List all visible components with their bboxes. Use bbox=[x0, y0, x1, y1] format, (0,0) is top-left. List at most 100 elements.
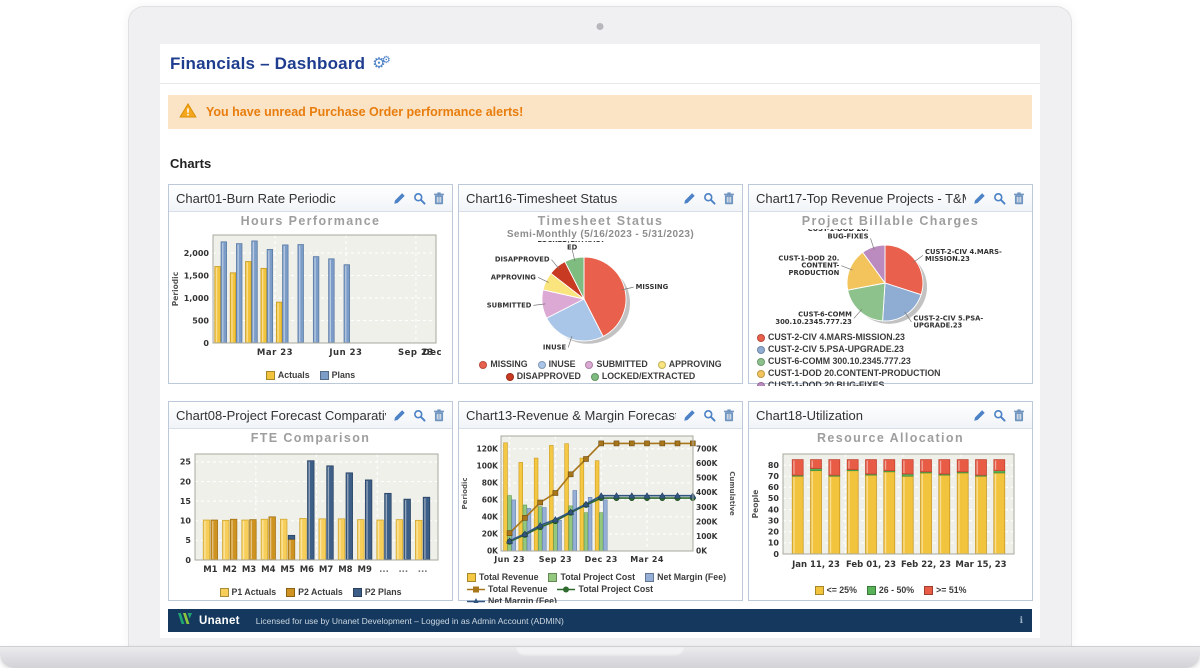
zoom-magnifier-icon[interactable] bbox=[413, 192, 426, 205]
legend-item: DISAPPROVED bbox=[506, 371, 581, 382]
legend-item: P2 Plans bbox=[353, 587, 402, 598]
svg-text:M6: M6 bbox=[300, 565, 314, 575]
chart-legend: CUST-2-CIV 5.PSA-UPGRADE.23 bbox=[749, 344, 1032, 355]
delete-trash-icon[interactable] bbox=[723, 192, 735, 205]
charts-grid: Chart01-Burn Rate Periodic Hours Perform… bbox=[160, 184, 1040, 601]
card-title: Chart01-Burn Rate Periodic bbox=[176, 191, 386, 206]
svg-text:40: 40 bbox=[768, 505, 780, 514]
legend-item: Actuals bbox=[266, 370, 310, 381]
svg-text:20: 20 bbox=[180, 477, 192, 486]
edit-pencil-icon[interactable] bbox=[973, 409, 986, 422]
svg-text:1,500: 1,500 bbox=[184, 271, 210, 280]
svg-text:40K: 40K bbox=[482, 513, 499, 522]
svg-text:25: 25 bbox=[180, 458, 192, 467]
svg-text:SUBMITTED: SUBMITTED bbox=[487, 301, 532, 309]
chart-area: Resource Allocation01020304050607080Jan … bbox=[749, 429, 1032, 603]
chart-legend: CUST-1-DOD 20.BUG-FIXES bbox=[749, 380, 1032, 386]
svg-text:100K: 100K bbox=[477, 461, 500, 470]
chart-title: Resource Allocation bbox=[749, 431, 1032, 446]
alert-banner[interactable]: You have unread Purchase Order performan… bbox=[168, 95, 1032, 129]
legend-item: >= 51% bbox=[924, 585, 966, 596]
svg-text:80K: 80K bbox=[482, 479, 499, 488]
svg-text:M9: M9 bbox=[358, 565, 372, 575]
zoom-magnifier-icon[interactable] bbox=[703, 192, 716, 205]
svg-text:MISSION.23: MISSION.23 bbox=[925, 255, 970, 263]
delete-trash-icon[interactable] bbox=[1013, 409, 1025, 422]
legend-item: Total Project Cost bbox=[548, 572, 635, 583]
card-header: Chart16-Timesheet Status bbox=[459, 185, 742, 212]
svg-text:70: 70 bbox=[768, 472, 780, 481]
svg-text:500: 500 bbox=[192, 316, 209, 325]
chart-card-chart01: Chart01-Burn Rate Periodic Hours Perform… bbox=[168, 184, 453, 384]
card-header: Chart17-Top Revenue Projects - T&M bbox=[749, 185, 1032, 212]
svg-text:5: 5 bbox=[185, 536, 191, 545]
edit-pencil-icon[interactable] bbox=[393, 409, 406, 422]
legend-item: Total Project Cost bbox=[557, 584, 653, 595]
zoom-magnifier-icon[interactable] bbox=[993, 409, 1006, 422]
chart-card-chart13: Chart13-Revenue & Margin Forecast 0K20K4… bbox=[458, 401, 743, 601]
webcam-dot bbox=[597, 23, 604, 30]
settings-gears-icon[interactable]: ⚙⚙ bbox=[372, 56, 390, 72]
legend-item: MISSING bbox=[479, 359, 527, 370]
chart-svg: MISSINGINUSESUBMITTEDAPPROVINGDISAPPROVE… bbox=[459, 241, 736, 358]
svg-text:Mar 24: Mar 24 bbox=[630, 555, 664, 564]
svg-text:Sep 23: Sep 23 bbox=[539, 555, 572, 564]
svg-text:300.10.2345.777.23: 300.10.2345.777.23 bbox=[775, 318, 852, 326]
svg-text:600K: 600K bbox=[696, 459, 719, 468]
legend-item: SUBMITTED bbox=[585, 359, 647, 370]
svg-text:ED: ED bbox=[567, 243, 578, 251]
svg-text:People: People bbox=[751, 490, 760, 519]
chart-area: Timesheet StatusSemi-Monthly (5/16/2023 … bbox=[459, 212, 742, 386]
svg-text:M1: M1 bbox=[203, 565, 217, 575]
chart-svg: 05001,0001,5002,000Mar 23Jun 23Sep 23Dec… bbox=[169, 229, 446, 369]
svg-text:0: 0 bbox=[185, 556, 191, 565]
svg-text:...: ... bbox=[398, 565, 408, 575]
delete-trash-icon[interactable] bbox=[723, 409, 735, 422]
card-title: Chart17-Top Revenue Projects - T&M bbox=[756, 191, 966, 206]
svg-text:500K: 500K bbox=[696, 474, 719, 483]
footer-brand: Unanet bbox=[199, 615, 240, 627]
card-header: Chart18-Utilization bbox=[749, 402, 1032, 429]
zoom-magnifier-icon[interactable] bbox=[993, 192, 1006, 205]
chart-title: Hours Performance bbox=[169, 214, 452, 229]
charts-section-label: Charts bbox=[170, 156, 1040, 171]
chart-area: Project Billable ChargesCUST-2-CIV 4.MAR… bbox=[749, 212, 1032, 386]
zoom-magnifier-icon[interactable] bbox=[413, 409, 426, 422]
delete-trash-icon[interactable] bbox=[433, 409, 445, 422]
svg-text:M5: M5 bbox=[280, 565, 294, 575]
svg-text:Periodic: Periodic bbox=[171, 272, 180, 306]
svg-text:Dec 23: Dec 23 bbox=[585, 555, 618, 564]
edit-pencil-icon[interactable] bbox=[973, 192, 986, 205]
svg-text:1,000: 1,000 bbox=[184, 294, 210, 303]
svg-text:50: 50 bbox=[768, 494, 780, 503]
svg-text:...: ... bbox=[379, 565, 389, 575]
svg-text:Periodic: Periodic bbox=[461, 477, 469, 509]
alert-text: You have unread Purchase Order performan… bbox=[206, 105, 523, 119]
svg-text:M7: M7 bbox=[319, 565, 333, 575]
svg-text:2,000: 2,000 bbox=[184, 249, 210, 258]
edit-pencil-icon[interactable] bbox=[683, 409, 696, 422]
footer-info-icon[interactable]: ℹ bbox=[1020, 615, 1023, 626]
edit-pencil-icon[interactable] bbox=[393, 192, 406, 205]
svg-text:Mar 23: Mar 23 bbox=[257, 348, 293, 358]
delete-trash-icon[interactable] bbox=[433, 192, 445, 205]
svg-text:120K: 120K bbox=[477, 444, 500, 453]
svg-text:Jun 23: Jun 23 bbox=[328, 348, 362, 358]
svg-text:Jan 11, 23: Jan 11, 23 bbox=[791, 560, 840, 570]
svg-text:10: 10 bbox=[180, 517, 192, 526]
legend-item: P2 Actuals bbox=[286, 587, 343, 598]
svg-text:0K: 0K bbox=[696, 547, 708, 556]
card-title: Chart16-Timesheet Status bbox=[466, 191, 676, 206]
zoom-magnifier-icon[interactable] bbox=[703, 409, 716, 422]
svg-text:APPROVING: APPROVING bbox=[491, 273, 537, 281]
svg-text:Feb 22, 23: Feb 22, 23 bbox=[901, 560, 951, 570]
svg-text:...: ... bbox=[418, 565, 428, 575]
svg-text:M8: M8 bbox=[338, 565, 352, 575]
chart-legend: Total RevenueTotal Project Cost bbox=[459, 584, 742, 595]
chart-legend: Total RevenueTotal Project CostNet Margi… bbox=[459, 572, 742, 583]
legend-item: CUST-2-CIV 4.MARS-MISSION.23 bbox=[757, 332, 905, 343]
delete-trash-icon[interactable] bbox=[1013, 192, 1025, 205]
legend-item: P1 Actuals bbox=[220, 587, 277, 598]
edit-pencil-icon[interactable] bbox=[683, 192, 696, 205]
card-title: Chart13-Revenue & Margin Forecast bbox=[466, 408, 676, 423]
